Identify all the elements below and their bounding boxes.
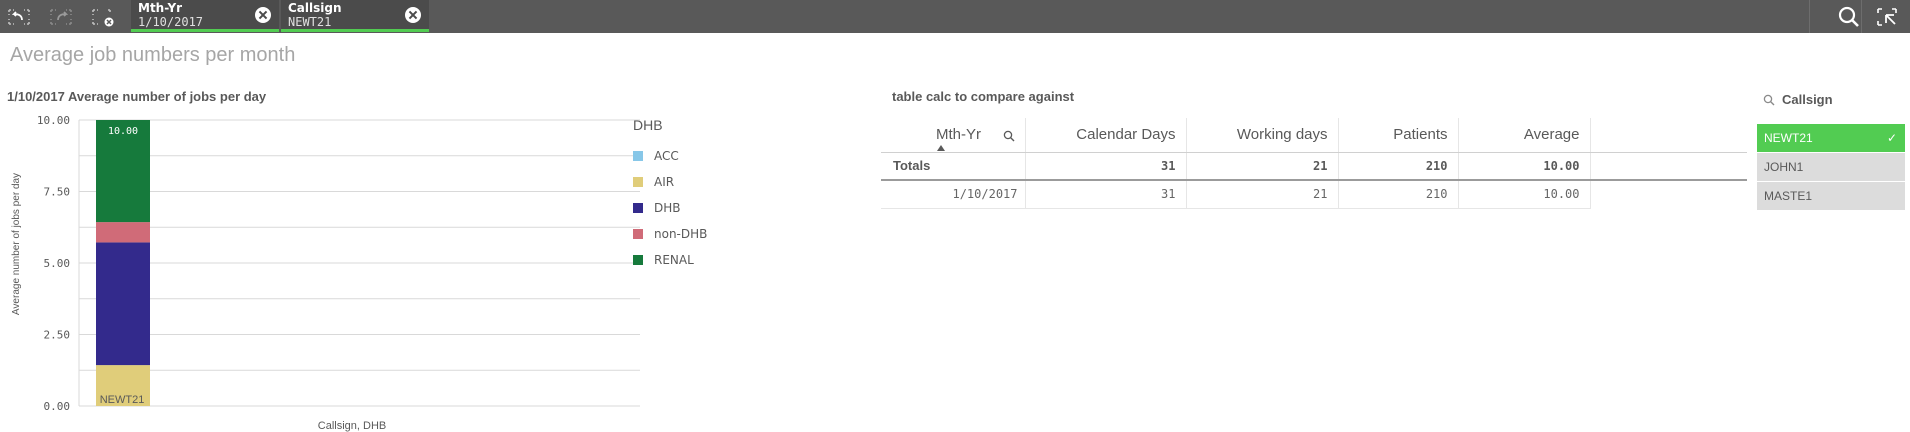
filter-pane-header[interactable]: Callsign xyxy=(1763,92,1833,107)
x-axis-label: Callsign, DHB xyxy=(318,420,386,432)
empty-cell xyxy=(1589,152,1747,181)
sort-ascending-icon xyxy=(937,144,945,151)
legend-label: non-DHB xyxy=(654,227,708,241)
column-header-working-days[interactable]: Working days xyxy=(1185,118,1338,153)
totals-cell: 210 xyxy=(1337,152,1458,181)
filter-item-john1[interactable]: JOHN1 xyxy=(1757,153,1905,181)
search-icon[interactable] xyxy=(1003,129,1015,146)
table-cell: 210 xyxy=(1337,180,1458,209)
legend-swatch xyxy=(633,255,643,265)
column-header-calendar-days[interactable]: Calendar Days xyxy=(1024,118,1186,153)
selection-chip-mth-yr[interactable]: Mth-Yr 1/10/2017 xyxy=(131,0,279,32)
filter-item-label: NEWT21 xyxy=(1764,131,1813,145)
toolbar-divider xyxy=(1861,0,1862,33)
chart-title: 1/10/2017 Average number of jobs per day xyxy=(7,89,267,104)
table-cell: 21 xyxy=(1185,180,1338,209)
close-icon[interactable] xyxy=(255,7,271,23)
step-forward-icon[interactable] xyxy=(44,4,78,30)
legend-item-air[interactable]: AIR xyxy=(633,169,707,195)
table-row[interactable]: 1/10/2017 31 21 210 10.00 xyxy=(881,180,1747,209)
filter-list: NEWT21 ✓ JOHN1 MASTE1 xyxy=(1757,124,1905,211)
legend-swatch xyxy=(633,151,643,161)
legend-label: RENAL xyxy=(654,253,694,267)
filter-item-label: MASTE1 xyxy=(1764,189,1813,203)
column-header-patients[interactable]: Patients xyxy=(1337,118,1458,153)
toolbar: Mth-Yr 1/10/2017 Callsign NEWT21 xyxy=(0,0,1910,33)
data-table: Mth-Yr Calendar Days Working days Patien… xyxy=(881,118,1747,209)
check-icon: ✓ xyxy=(1886,131,1897,145)
legend-label: AIR xyxy=(654,175,675,189)
legend-item-renal[interactable]: RENAL xyxy=(633,247,707,273)
filter-item-label: JOHN1 xyxy=(1764,160,1804,174)
column-header-label: Mth-Yr xyxy=(936,126,981,144)
totals-row: Totals 31 21 210 10.00 xyxy=(881,152,1747,181)
totals-cell: 10.00 xyxy=(1457,152,1590,181)
y-axis-label: Average number of jobs per day xyxy=(11,173,22,315)
legend-label: DHB xyxy=(654,201,681,215)
selection-chip-callsign[interactable]: Callsign NEWT21 xyxy=(281,0,429,32)
legend-swatch xyxy=(633,229,643,239)
clear-selections-icon[interactable] xyxy=(86,4,120,30)
close-icon[interactable] xyxy=(405,7,421,23)
y-tick-label: 10.00 xyxy=(37,114,70,127)
legend-item-acc[interactable]: ACC xyxy=(633,143,707,169)
table-cell-mth-yr[interactable]: 1/10/2017 xyxy=(881,180,1025,209)
filter-pane-title: Callsign xyxy=(1782,92,1833,107)
y-tick-label: 7.50 xyxy=(44,186,71,199)
totals-cell: 21 xyxy=(1185,152,1338,181)
y-tick-label: 5.00 xyxy=(44,257,71,270)
comparison-table: Mth-Yr Calendar Days Working days Patien… xyxy=(881,118,1747,209)
table-header-row: Mth-Yr Calendar Days Working days Patien… xyxy=(881,118,1747,153)
selections-tool-icon[interactable] xyxy=(1870,4,1904,30)
column-header-average[interactable]: Average xyxy=(1457,118,1590,153)
bar-total-label: 10.00 xyxy=(108,126,138,137)
totals-cell: 31 xyxy=(1024,152,1186,181)
y-tick-label: 0.00 xyxy=(44,400,71,413)
toolbar-divider xyxy=(1809,0,1810,33)
legend-item-dhb[interactable]: DHB xyxy=(633,195,707,221)
filter-item-newt21[interactable]: NEWT21 ✓ xyxy=(1757,124,1905,152)
bar-segment-non-dhb[interactable] xyxy=(96,222,150,243)
legend-swatch xyxy=(633,177,643,187)
column-header-empty xyxy=(1589,118,1747,153)
legend-label: ACC xyxy=(654,149,679,163)
bar-segment-dhb[interactable] xyxy=(96,242,150,366)
table-title: table calc to compare against xyxy=(892,89,1075,104)
legend-swatch xyxy=(633,203,643,213)
y-tick-label: 2.50 xyxy=(44,329,71,342)
legend-title: DHB xyxy=(633,117,663,133)
filter-item-maste1[interactable]: MASTE1 xyxy=(1757,182,1905,210)
table-cell: 31 xyxy=(1024,180,1186,209)
search-icon xyxy=(1763,94,1775,105)
x-category-label: NEWT21 xyxy=(100,394,145,406)
step-back-icon[interactable] xyxy=(2,4,36,30)
totals-label: Totals xyxy=(881,152,1025,181)
empty-cell xyxy=(1589,180,1747,208)
stacked-bar-chart[interactable]: 0.00 2.50 5.00 7.50 10.00 10.00 Average numb… xyxy=(0,110,640,432)
table-cell: 10.00 xyxy=(1457,180,1590,209)
legend-item-non-dhb[interactable]: non-DHB xyxy=(633,221,707,247)
sheet-title: Average job numbers per month xyxy=(10,44,296,66)
chart-legend: DHB ACC AIR DHB non-DHB RENAL xyxy=(633,117,707,273)
column-header-mth-yr[interactable]: Mth-Yr xyxy=(881,118,1025,153)
